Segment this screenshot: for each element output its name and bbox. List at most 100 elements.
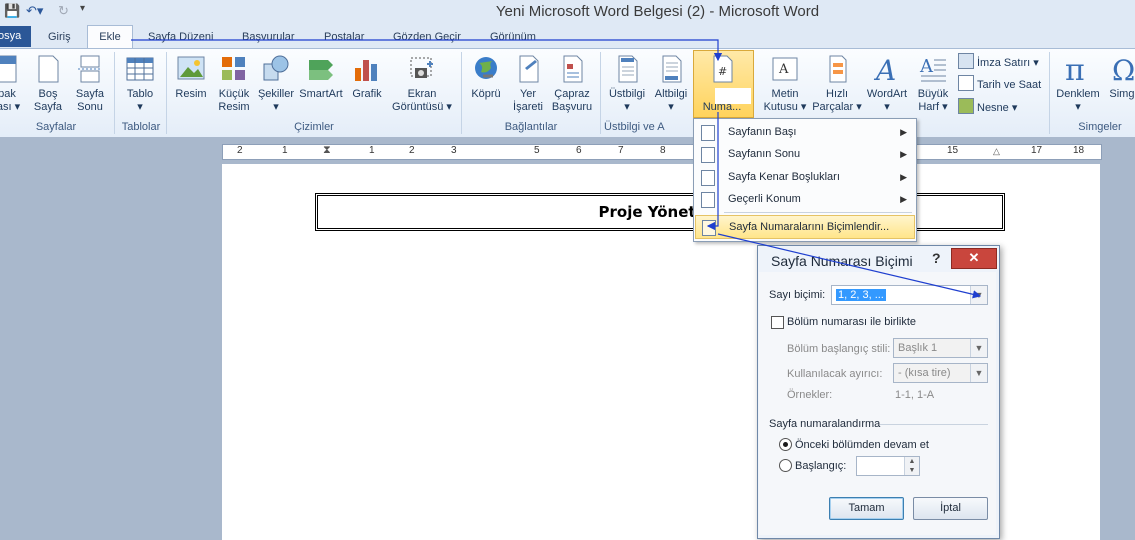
- group-label-header-footer: Üstbilgi ve A: [604, 121, 665, 133]
- menu-separator: [724, 212, 912, 213]
- blank-page-label-2: Sayfa: [33, 101, 63, 113]
- examples-label: Örnekler:: [787, 389, 833, 401]
- drop-cap-label-2: Harf ▾: [918, 101, 948, 113]
- menu-item-format-page-numbers[interactable]: Sayfa Numaralarını Biçimlendir...: [695, 215, 915, 239]
- ruler-mark: 8: [660, 145, 666, 156]
- cancel-button[interactable]: İptal: [913, 497, 988, 520]
- ruler-mark: 2: [409, 145, 415, 156]
- quick-parts-label-2: Parçalar ▾: [812, 101, 862, 113]
- ruler-mark: 1: [282, 145, 288, 156]
- menu-item-bottom-of-page[interactable]: Sayfanın Sonu ▶: [695, 143, 915, 165]
- svg-text:Ω: Ω: [1112, 54, 1135, 84]
- symbol-label: Simge: [1109, 88, 1135, 100]
- tab-page-layout[interactable]: Sayfa Düzeni: [148, 27, 213, 47]
- bookmark-button[interactable]: Yer İşareti: [510, 54, 546, 114]
- svg-text:A: A: [919, 56, 934, 77]
- signature-line-button[interactable]: İmza Satırı ▾: [958, 53, 1039, 71]
- screenshot-icon: [410, 57, 433, 78]
- indent-marker-icon[interactable]: ⧗: [323, 144, 331, 157]
- blank-page-button[interactable]: Boş Sayfa: [31, 54, 65, 114]
- submenu-arrow-icon: ▶: [900, 127, 907, 137]
- picture-icon: [177, 56, 205, 80]
- menu-item-top-of-page[interactable]: Sayfanın Başı ▶: [695, 121, 915, 143]
- drop-cap-button[interactable]: A Büyük Harf ▾: [915, 54, 951, 114]
- bookmark-icon: [519, 55, 539, 83]
- ruler-mark: 6: [576, 145, 582, 156]
- chevron-down-icon[interactable]: ▼: [970, 339, 987, 357]
- page-number-menu: Sayfanın Başı ▶ Sayfanın Sonu ▶ Sayfa Kena…: [693, 118, 917, 242]
- tab-view[interactable]: Görünüm: [490, 27, 536, 47]
- date-time-button[interactable]: Tarih ve Saat: [958, 75, 1041, 93]
- group-separator: [166, 52, 167, 134]
- chapter-style-select[interactable]: Başlık 1 ▼: [893, 338, 988, 358]
- horizontal-ruler[interactable]: 2 1 1 2 3 5 6 7 8 15 17 18 ⧗ △: [222, 144, 1102, 160]
- chapter-style-value: Başlık 1: [898, 342, 938, 354]
- help-button[interactable]: ?: [932, 250, 941, 266]
- tab-insert[interactable]: Ekle: [87, 25, 133, 49]
- menu-item-page-margins[interactable]: Sayfa Kenar Boşlukları ▶: [695, 166, 915, 188]
- wordart-dropdown: ▾: [884, 101, 890, 113]
- ruler-mark: 2: [237, 145, 243, 156]
- blank-page-icon: [38, 55, 59, 83]
- ok-button[interactable]: Tamam: [829, 497, 904, 520]
- screenshot-label: Ekran: [407, 88, 437, 100]
- tab-mailings[interactable]: Postalar: [324, 27, 364, 47]
- ruler-mark: 18: [1073, 145, 1085, 156]
- text-box-button[interactable]: A Metin Kutusu ▾: [762, 54, 808, 114]
- table-button[interactable]: Tablo ▾: [122, 54, 158, 114]
- page-break-button[interactable]: Sayfa Sonu: [72, 54, 108, 114]
- equation-dropdown: ▾: [1075, 101, 1081, 113]
- cover-page-icon: [0, 55, 17, 83]
- object-button[interactable]: Nesne ▾: [958, 98, 1017, 116]
- screenshot-button[interactable]: Ekran Görüntüsü ▾: [389, 54, 455, 114]
- tab-file[interactable]: osya: [0, 26, 31, 47]
- menu-item-label: Geçerli Konum: [728, 193, 801, 205]
- menu-item-current-position[interactable]: Geçerli Konum ▶: [695, 188, 915, 210]
- symbol-button[interactable]: Ω Simge: [1105, 54, 1135, 101]
- chevron-down-icon[interactable]: ▼: [970, 364, 987, 382]
- continue-from-previous-label: Önceki bölümden devam et: [795, 439, 929, 451]
- table-dropdown: ▾: [137, 101, 143, 113]
- number-format-select[interactable]: 1, 2, 3, ... ▼: [831, 285, 988, 305]
- spin-up-icon[interactable]: ▲: [904, 457, 919, 466]
- shapes-button[interactable]: Şekiller ▾: [257, 54, 295, 114]
- footer-dropdown: ▾: [668, 101, 674, 113]
- spin-down-icon[interactable]: ▼: [904, 466, 919, 475]
- equation-icon: π: [1065, 54, 1085, 84]
- picture-button[interactable]: Resim: [173, 54, 209, 101]
- separator-label: Kullanılacak ayırıcı:: [787, 368, 883, 380]
- smartart-icon: [309, 60, 333, 80]
- cross-reference-label-2: Başvuru: [551, 101, 593, 113]
- page-break-icon: [78, 55, 102, 83]
- header-icon: [618, 55, 638, 83]
- start-at-input[interactable]: ▲ ▼: [856, 456, 920, 476]
- continue-from-previous-radio[interactable]: [779, 438, 792, 451]
- tab-home[interactable]: Giriş: [48, 27, 71, 47]
- shapes-dropdown: ▾: [273, 101, 279, 113]
- header-label: Üstbilgi: [608, 88, 646, 100]
- shapes-label: Şekiller: [257, 88, 295, 100]
- tab-review[interactable]: Gözden Geçir: [393, 27, 461, 47]
- clip-art-button[interactable]: Küçük Resim: [215, 54, 253, 114]
- close-button[interactable]: ✕: [951, 248, 997, 269]
- group-label-pages: Sayfalar: [35, 121, 77, 133]
- include-chapter-checkbox[interactable]: [771, 316, 784, 329]
- cover-page-button[interactable]: pakfası ▾: [0, 54, 22, 114]
- page-numbering-section-label: Sayfa numaralandırma: [769, 418, 881, 430]
- tab-references[interactable]: Başvurular: [242, 27, 295, 47]
- chevron-down-icon[interactable]: ▼: [970, 286, 987, 304]
- quick-parts-button[interactable]: Hızlı Parçalar ▾: [811, 54, 863, 114]
- header-button[interactable]: Üstbilgi ▾: [605, 54, 649, 114]
- page-number-button[interactable]: # SNuma...: [696, 54, 748, 114]
- start-at-radio[interactable]: [779, 459, 792, 472]
- right-indent-marker-icon[interactable]: △: [993, 146, 1000, 157]
- hyperlink-button[interactable]: Köprü: [468, 54, 504, 101]
- wordart-button[interactable]: A WordArt ▾: [864, 54, 910, 114]
- separator-select[interactable]: - (kısa tire) ▼: [893, 363, 988, 383]
- chart-button[interactable]: Grafik: [349, 54, 385, 101]
- smartart-button[interactable]: SmartArt: [298, 54, 344, 101]
- equation-button[interactable]: π Denklem ▾: [1055, 54, 1101, 114]
- signature-line-icon: [958, 53, 974, 69]
- cross-reference-button[interactable]: Çapraz Başvuru: [551, 54, 593, 114]
- footer-button[interactable]: Altbilgi ▾: [650, 54, 692, 114]
